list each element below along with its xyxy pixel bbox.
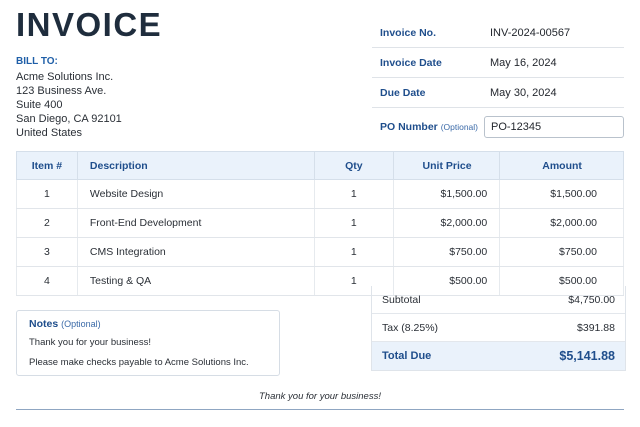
col-header-item: Item # — [16, 151, 78, 180]
col-header-qty: Qty — [313, 151, 394, 180]
due-date-label: Due Date — [380, 86, 426, 99]
invoice-date-label: Invoice Date — [380, 56, 442, 69]
po-number-label-text: PO Number — [380, 121, 438, 133]
cell-item: 2 — [16, 208, 78, 238]
table-header-row: Item # Description Qty Unit Price Amount — [16, 151, 624, 180]
cell-unit-price: $2,000.00 — [392, 208, 501, 238]
po-number-label: PO Number (Optional) — [372, 121, 484, 133]
total-due-row: Total Due $5,141.88 — [372, 342, 625, 370]
cell-unit-price: $750.00 — [392, 237, 501, 267]
subtotal-label: Subtotal — [382, 293, 421, 306]
cell-amount: $750.00 — [499, 237, 624, 267]
invoice-number-value: INV-2024-00567 — [490, 26, 571, 39]
cell-description: Website Design — [76, 179, 315, 209]
invoice-title: INVOICE — [16, 6, 163, 43]
table-row: 1 Website Design 1 $1,500.00 $1,500.00 — [16, 179, 624, 209]
table-row: 3 CMS Integration 1 $750.00 $750.00 — [16, 237, 624, 267]
tax-row: Tax (8.25%) $391.88 — [372, 314, 625, 342]
invoice-date-row: Invoice Date May 16, 2024 — [372, 48, 624, 78]
footer-thanks: Thank you for your business! — [259, 391, 381, 402]
cell-description: CMS Integration — [76, 237, 315, 267]
cell-item: 1 — [16, 179, 78, 209]
tax-value: $391.88 — [577, 321, 615, 334]
notes-optional-hint: (Optional) — [61, 319, 101, 329]
invoice-meta: Invoice No. INV-2024-00567 Invoice Date … — [372, 18, 624, 142]
cell-amount: $1,500.00 — [499, 179, 624, 209]
col-header-amount: Amount — [499, 151, 624, 180]
totals-box: Subtotal $4,750.00 Tax (8.25%) $391.88 T… — [371, 286, 626, 371]
subtotal-value: $4,750.00 — [568, 293, 615, 306]
po-number-input[interactable] — [484, 116, 624, 138]
due-date-row: Due Date May 30, 2024 — [372, 78, 624, 108]
table-row: 2 Front-End Development 1 $2,000.00 $2,0… — [16, 208, 624, 238]
invoice-number-row: Invoice No. INV-2024-00567 — [372, 18, 624, 48]
line-items-table: Item # Description Qty Unit Price Amount… — [16, 151, 624, 296]
cell-qty: 1 — [313, 237, 394, 267]
col-header-description: Description — [76, 151, 315, 180]
cell-description: Testing & QA — [76, 266, 315, 296]
tax-label: Tax (8.25%) — [382, 321, 439, 334]
notes-line: Thank you for your business! — [29, 337, 151, 348]
notes-box[interactable]: Notes (Optional) Thank you for your busi… — [16, 310, 280, 376]
notes-line: Please make checks payable to Acme Solut… — [29, 357, 249, 368]
due-date-value: May 30, 2024 — [490, 86, 557, 99]
bill-to-label: BILL TO: — [16, 56, 58, 67]
po-number-row: PO Number (Optional) — [372, 112, 624, 142]
bill-to-country: United States — [16, 127, 83, 139]
cell-qty: 1 — [313, 208, 394, 238]
cell-item: 4 — [16, 266, 78, 296]
invoice-number-label: Invoice No. — [380, 26, 437, 39]
total-due-value: $5,141.88 — [559, 349, 615, 363]
bill-to-address: Acme Solutions Inc. 123 Business Ave. Su… — [16, 70, 122, 140]
bill-to-street: 123 Business Ave. — [16, 85, 107, 97]
cell-unit-price: $1,500.00 — [392, 179, 501, 209]
footer-divider — [16, 409, 624, 410]
col-header-unit-price: Unit Price — [392, 151, 501, 180]
po-optional-hint: (Optional) — [440, 122, 479, 132]
bill-to-suite: Suite 400 — [16, 99, 63, 111]
total-due-label: Total Due — [382, 350, 432, 362]
notes-title-text: Notes — [29, 318, 59, 330]
bill-to-company: Acme Solutions Inc. — [16, 71, 114, 83]
cell-qty: 1 — [313, 179, 394, 209]
notes-title: Notes (Optional) — [29, 318, 267, 330]
invoice-date-value: May 16, 2024 — [490, 56, 557, 69]
cell-amount: $2,000.00 — [499, 208, 624, 238]
cell-item: 3 — [16, 237, 78, 267]
subtotal-row: Subtotal $4,750.00 — [372, 286, 625, 314]
bill-to-city: San Diego, CA 92101 — [16, 113, 122, 125]
cell-description: Front-End Development — [76, 208, 315, 238]
